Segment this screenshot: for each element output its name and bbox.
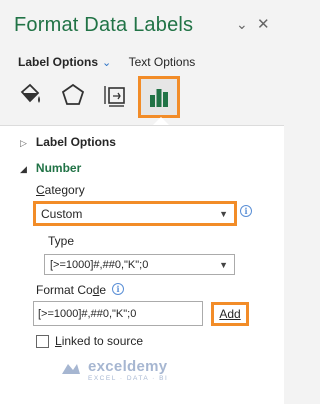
linked-to-source-label: Linked to source [55,334,144,348]
format-category-icons [14,76,184,118]
tab-chevron-icon[interactable]: ⌄ [102,57,111,69]
fill-line-icon[interactable] [14,78,48,112]
pane-options-chevron-icon[interactable]: ⌄ [236,16,248,33]
pane-title: Format Data Labels [14,14,194,36]
bar-chart-icon[interactable] [138,76,180,118]
linked-to-source-checkbox[interactable] [36,335,49,348]
expand-icon: ▷ [20,138,27,148]
category-select[interactable]: Custom ▼ [33,201,237,226]
watermark: exceldemy EXCEL · DATA · BI [60,358,168,382]
format-code-label: Format Code [36,283,107,297]
category-label: Category [36,183,85,197]
size-properties-icon[interactable] [98,78,132,112]
collapse-icon: ◢ [20,164,27,174]
info-icon[interactable]: i [240,205,252,217]
close-icon[interactable]: ✕ [257,15,270,33]
tab-label-options[interactable]: Label Options [18,55,98,69]
add-button[interactable]: Add [211,302,249,326]
type-select[interactable]: [>=1000]#,##0,"K";0 ▼ [44,254,235,275]
section-number[interactable]: ◢ Number [20,161,81,175]
section-label-options[interactable]: ▷ Label Options [20,135,116,149]
selected-tab-pointer [153,117,169,125]
format-code-input[interactable]: [>=1000]#,##0,"K";0 [33,301,203,326]
exceldemy-logo-icon [62,364,80,374]
dropdown-arrow-icon: ▼ [219,259,228,270]
info-icon[interactable]: i [112,283,124,295]
tab-text-options[interactable]: Text Options [129,55,196,69]
options-tabs: Label Options ⌄ Text Options [18,55,195,69]
dropdown-arrow-icon: ▼ [219,208,228,219]
pentagon-icon[interactable] [56,78,90,112]
type-label: Type [48,234,75,248]
